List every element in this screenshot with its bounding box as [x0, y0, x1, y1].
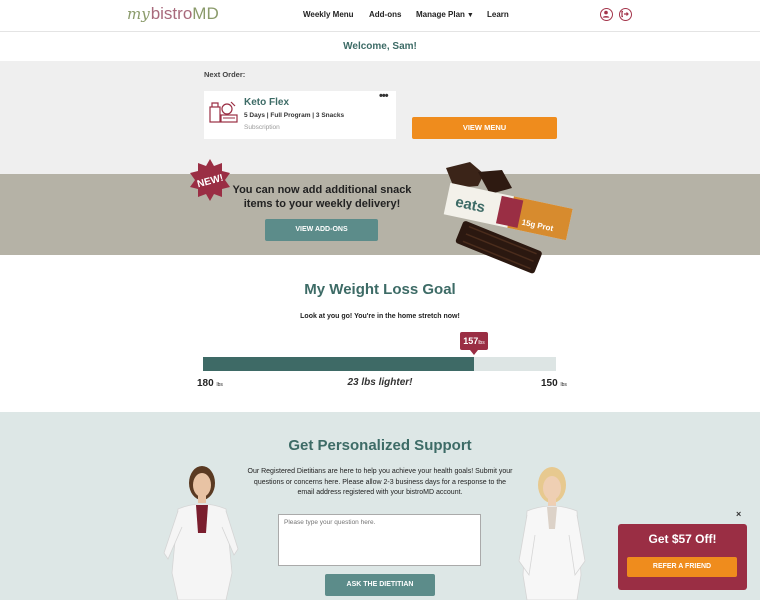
referral-title: Get $57 Off! — [648, 532, 717, 546]
dietitian-photo-left — [163, 466, 239, 600]
nav-weekly-menu[interactable]: Weekly Menu — [303, 10, 354, 19]
goal-subtitle: Look at you go! You're in the home stret… — [300, 313, 460, 320]
current-weight-marker: 157lbs — [460, 332, 488, 355]
close-icon[interactable]: × — [736, 509, 741, 519]
bistromd-logo[interactable]: my bistro MD — [127, 4, 219, 28]
meal-bag-icon — [209, 101, 238, 123]
current-weight-unit: lbs — [478, 340, 485, 346]
plan-type: Subscription — [244, 124, 280, 131]
view-menu-button[interactable]: VIEW MENU — [412, 117, 557, 139]
dietitian-photo-right — [518, 467, 586, 600]
nav-manage-plan-label: Manage Plan — [416, 10, 465, 19]
nav-learn[interactable]: Learn — [487, 10, 509, 19]
goal-weight-value: 150 — [541, 378, 558, 389]
logout-icon[interactable] — [619, 8, 632, 21]
more-options-icon[interactable]: ••• — [379, 90, 389, 102]
support-title: Get Personalized Support — [288, 437, 472, 454]
weight-progress-bar — [203, 357, 556, 371]
goal-title: My Weight Loss Goal — [304, 281, 456, 298]
referral-popup: Get $57 Off! REFER A FRIEND — [618, 524, 747, 590]
goal-weight-unit: lbs — [560, 382, 567, 388]
lbs-lighter-text: 23 lbs lighter! — [347, 377, 413, 388]
nav-add-ons[interactable]: Add-ons — [369, 10, 401, 19]
chevron-down-icon: ▼ — [466, 12, 474, 19]
plan-name: Keto Flex — [244, 97, 290, 108]
user-icon[interactable] — [600, 8, 613, 21]
plan-details: 5 Days | Full Program | 3 Snacks — [244, 112, 345, 119]
promo-text: You can now add additional snack items t… — [232, 184, 412, 210]
order-card[interactable]: Keto Flex 5 Days | Full Program | 3 Snac… — [204, 90, 396, 139]
site-header: my bistro MD Weekly Menu Add-ons Manage … — [0, 0, 760, 32]
current-weight-value: 157 — [463, 336, 479, 346]
view-add-ons-button[interactable]: VIEW ADD-ONS — [265, 219, 378, 241]
refer-a-friend-button[interactable]: REFER A FRIEND — [627, 557, 737, 577]
weight-progress-fill — [203, 357, 474, 371]
next-order-label: Next Order: — [204, 70, 246, 79]
goal-weight: 150 lbs — [541, 378, 567, 389]
support-description: Our Registered Dietitians are here to he… — [247, 468, 513, 496]
welcome-message: Welcome, Sam! — [343, 41, 417, 52]
nav-manage-plan[interactable]: Manage Plan ▼ — [416, 10, 474, 19]
question-textarea[interactable] — [278, 514, 481, 566]
next-order-section: Next Order: Keto Flex 5 Days | Full Prog… — [0, 61, 760, 174]
logo-md: MD — [192, 4, 219, 23]
logo-bistro: bistro — [150, 4, 193, 23]
snack-bars-image: eats 15g Prot — [443, 162, 573, 274]
ask-dietitian-button[interactable]: ASK THE DIETITIAN — [325, 574, 435, 596]
logo-my: my — [127, 5, 150, 23]
